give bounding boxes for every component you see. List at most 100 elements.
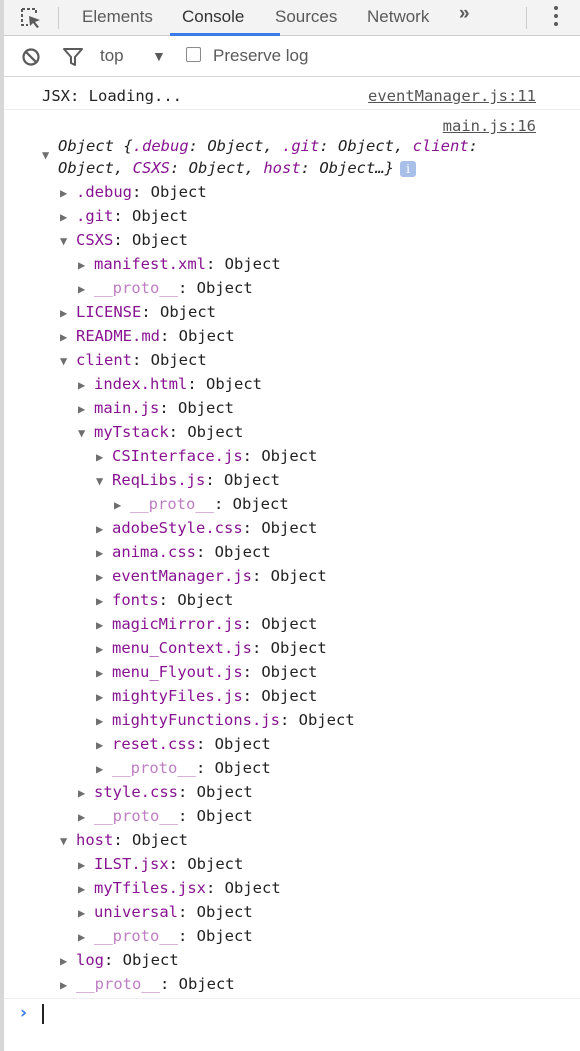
property-value: Object [206,375,262,393]
expand-arrow-icon[interactable]: ▶ [60,301,76,325]
tree-node[interactable]: ▼ myTstack: Object [78,420,243,444]
collapse-arrow-icon[interactable]: ▼ [60,829,76,853]
object-preview[interactable]: Object {.debug: Object, .git: Object, cl… [58,135,478,179]
console-message: JSX: Loading... eventManager.js:11 [4,78,580,110]
expand-arrow-icon[interactable]: ▼ [42,148,49,162]
tree-node[interactable]: ▶ main.js: Object [78,396,234,420]
expand-arrow-icon[interactable]: ▶ [96,661,112,685]
tree-node[interactable]: ▶ __proto__: Object [78,924,253,948]
collapse-arrow-icon[interactable]: ▼ [78,421,94,445]
console-output: JSX: Loading... eventManager.js:11 main.… [4,78,580,1051]
expand-arrow-icon[interactable]: ▶ [96,565,112,589]
collapse-arrow-icon[interactable]: ▼ [60,349,76,373]
tree-node[interactable]: ▶ .debug: Object [60,180,207,204]
tree-node[interactable]: ▼ client: Object [60,348,207,372]
tree-node[interactable]: ▶ mightyFiles.js: Object [96,684,317,708]
info-icon[interactable]: i [400,160,417,177]
property-key: ILST.jsx [94,855,169,873]
tree-node[interactable]: ▼ CSXS: Object [60,228,188,252]
tree-node[interactable]: ▶ style.css: Object [78,780,253,804]
expand-arrow-icon[interactable]: ▶ [60,205,76,229]
inspect-element-icon[interactable] [19,6,43,30]
tab-network[interactable]: Network [367,0,429,35]
tree-node[interactable]: ▶ __proto__: Object [114,492,289,516]
property-value: Object [232,495,289,513]
kebab-menu-icon[interactable] [553,6,559,30]
expand-arrow-icon[interactable]: ▶ [96,733,112,757]
tree-node[interactable]: ▶ myTfiles.jsx: Object [78,876,281,900]
toolbar-divider [58,7,59,29]
tab-sources[interactable]: Sources [275,0,337,35]
tree-node[interactable]: ▶ __proto__: Object [60,972,235,996]
preserve-log-label[interactable]: Preserve log [213,46,308,66]
tree-node[interactable]: ▶ adobeStyle.css: Object [96,516,317,540]
filter-icon[interactable] [62,47,84,67]
expand-arrow-icon[interactable]: ▶ [78,805,94,829]
tree-node[interactable]: ▶ index.html: Object [78,372,262,396]
expand-arrow-icon[interactable]: ▶ [96,757,112,781]
expand-arrow-icon[interactable]: ▶ [96,445,112,469]
tree-node[interactable]: ▶ menu_Flyout.js: Object [96,660,317,684]
collapse-arrow-icon[interactable]: ▼ [96,469,112,493]
tree-node[interactable]: ▶ mightyFunctions.js: Object [96,708,355,732]
chevron-down-icon[interactable]: ▼ [152,48,166,64]
tree-node[interactable]: ▶ __proto__: Object [78,804,253,828]
expand-arrow-icon[interactable]: ▶ [60,973,76,997]
tab-elements[interactable]: Elements [82,0,153,35]
tree-node[interactable]: ▶ LICENSE: Object [60,300,216,324]
tree-node[interactable]: ▶ __proto__: Object [96,756,271,780]
expand-arrow-icon[interactable]: ▶ [60,181,76,205]
expand-arrow-icon[interactable]: ▶ [78,853,94,877]
property-key: universal [94,903,178,921]
more-tabs-chevron-icon[interactable]: » [459,3,469,25]
tree-node[interactable]: ▼ host: Object [60,828,188,852]
tree-node[interactable]: ▶ __proto__: Object [78,276,253,300]
expand-arrow-icon[interactable]: ▶ [78,901,94,925]
expand-arrow-icon[interactable]: ▶ [96,517,112,541]
object-prefix: Object { [58,137,133,155]
property-key: mightyFunctions.js [112,711,280,729]
tree-node[interactable]: ▶ manifest.xml: Object [78,252,281,276]
expand-arrow-icon[interactable]: ▶ [114,493,130,517]
tree-node[interactable]: ▶ README.md: Object [60,324,235,348]
context-selector[interactable]: top [100,46,124,66]
expand-arrow-icon[interactable]: ▶ [78,781,94,805]
console-prompt[interactable]: › [4,998,580,1033]
source-link[interactable]: main.js:16 [443,117,536,135]
tree-node[interactable]: ▶ anima.css: Object [96,540,271,564]
expand-arrow-icon[interactable]: ▶ [96,637,112,661]
preserve-log-checkbox[interactable] [186,47,201,62]
tree-node[interactable]: ▶ log: Object [60,948,179,972]
tree-node[interactable]: ▶ universal: Object [78,900,253,924]
expand-arrow-icon[interactable]: ▶ [78,925,94,949]
expand-arrow-icon[interactable]: ▶ [96,589,112,613]
expand-arrow-icon[interactable]: ▶ [78,877,94,901]
tree-node[interactable]: ▶ reset.css: Object [96,732,271,756]
expand-arrow-icon[interactable]: ▶ [60,325,76,349]
expand-arrow-icon[interactable]: ▶ [96,541,112,565]
expand-arrow-icon[interactable]: ▶ [78,397,94,421]
object-value: Object [319,159,376,177]
tree-node[interactable]: ▼ ReqLibs.js: Object [96,468,280,492]
expand-arrow-icon[interactable]: ▶ [78,277,94,301]
tree-node[interactable]: ▶ CSInterface.js: Object [96,444,317,468]
expand-arrow-icon[interactable]: ▶ [96,685,112,709]
tab-console[interactable]: Console [182,0,244,35]
tree-node[interactable]: ▶ ILST.jsx: Object [78,852,243,876]
expand-arrow-icon[interactable]: ▶ [78,373,94,397]
expand-arrow-icon[interactable]: ▶ [96,709,112,733]
tree-node[interactable]: ▶ menu_Context.js: Object [96,636,327,660]
tree-node[interactable]: ▶ magicMirror.js: Object [96,612,317,636]
property-key: index.html [94,375,188,393]
tree-node[interactable]: ▶ eventManager.js: Object [96,564,327,588]
object-value: Object [338,137,394,155]
object-key: host [263,159,301,177]
expand-arrow-icon[interactable]: ▶ [78,253,94,277]
expand-arrow-icon[interactable]: ▶ [96,613,112,637]
source-link[interactable]: eventManager.js:11 [368,87,536,105]
expand-arrow-icon[interactable]: ▶ [60,949,76,973]
tree-node[interactable]: ▶ .git: Object [60,204,188,228]
clear-console-icon[interactable] [21,47,41,67]
collapse-arrow-icon[interactable]: ▼ [60,229,76,253]
tree-node[interactable]: ▶ fonts: Object [96,588,233,612]
